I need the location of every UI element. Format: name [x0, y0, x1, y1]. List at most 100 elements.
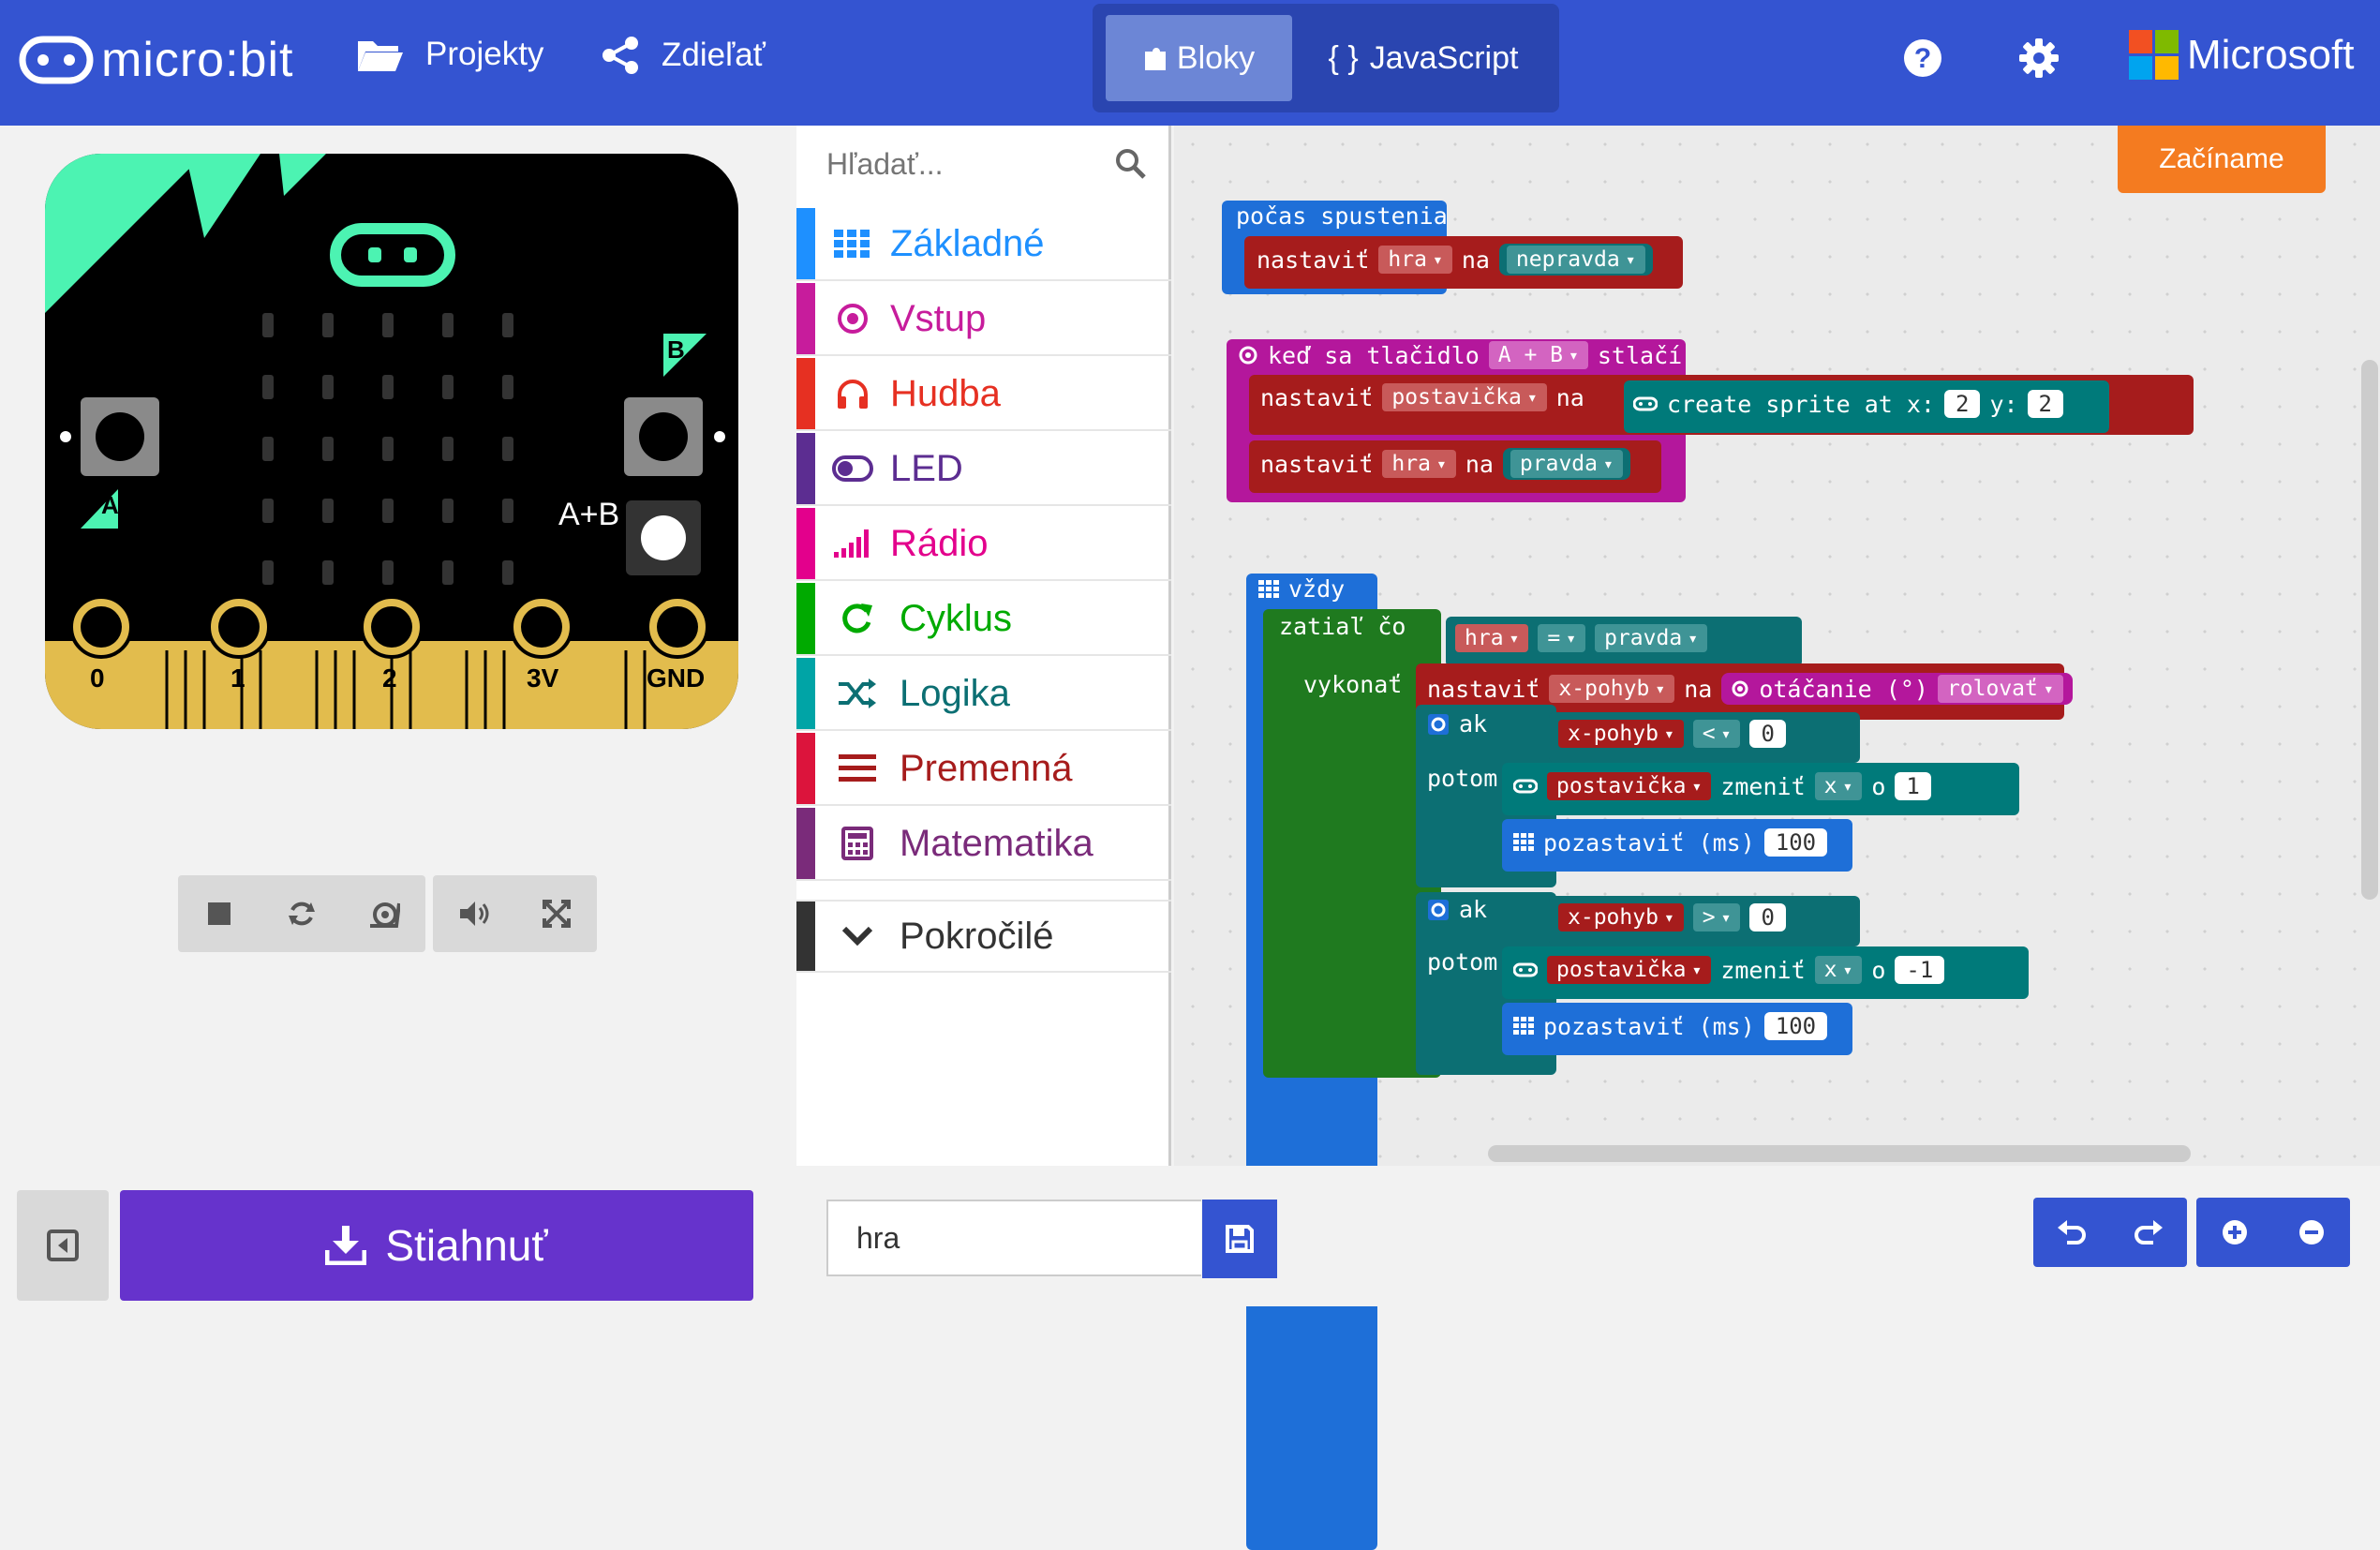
zoom-in-button[interactable]: [2196, 1198, 2273, 1267]
x-value[interactable]: 2: [1943, 390, 1981, 418]
boolean-dropdown[interactable]: nepravda: [1506, 246, 1645, 274]
button-ab[interactable]: [626, 500, 701, 575]
zoom-group: [2196, 1198, 2350, 1267]
download-button[interactable]: Stiahnuť: [120, 1190, 753, 1301]
category-logic[interactable]: Logika: [796, 658, 1171, 731]
tab-javascript[interactable]: { } JavaScript: [1298, 15, 1549, 101]
rotation-dropdown[interactable]: rolovať: [1937, 675, 2063, 703]
sprite-dropdown[interactable]: postavička: [1547, 956, 1712, 984]
microbit-logo-icon: [19, 36, 94, 84]
zoom-out-button[interactable]: [2273, 1198, 2350, 1267]
variable-dropdown[interactable]: x-pohyb: [1558, 720, 1684, 748]
help-button[interactable]: ?: [1902, 37, 1943, 79]
category-basic[interactable]: Základné: [796, 208, 1171, 281]
category-loops-bar: [796, 583, 815, 654]
pause-value[interactable]: 100: [1763, 828, 1828, 857]
category-radio[interactable]: Rádio: [796, 508, 1171, 581]
variable-dropdown[interactable]: postavička: [1382, 383, 1547, 411]
settings-button[interactable]: [2018, 37, 2060, 79]
stop-icon: [208, 902, 231, 925]
grid-icon: [815, 230, 890, 258]
variable-dropdown[interactable]: hra: [1382, 450, 1456, 478]
if-label: ak: [1459, 896, 1488, 923]
pause-value[interactable]: 100: [1763, 1012, 1828, 1040]
microbit-logo[interactable]: micro:bit: [19, 32, 293, 88]
category-math[interactable]: Matematika: [796, 808, 1171, 881]
compare-value[interactable]: 0: [1749, 720, 1786, 748]
category-variables[interactable]: Premenná: [796, 733, 1171, 806]
share-button[interactable]: Zdieľať: [600, 36, 766, 75]
axis-dropdown[interactable]: x: [1814, 772, 1863, 800]
compare-value[interactable]: 0: [1749, 903, 1786, 931]
microbit-board[interactable]: [45, 154, 738, 729]
stop-button[interactable]: [178, 875, 260, 952]
restart-button[interactable]: [260, 875, 343, 952]
puzzle-icon: [1144, 48, 1166, 70]
tab-blocks[interactable]: Bloky: [1106, 15, 1292, 101]
undo-button[interactable]: [2033, 1198, 2110, 1267]
mute-button[interactable]: [433, 875, 515, 952]
fullscreen-button[interactable]: [515, 875, 597, 952]
category-led[interactable]: LED: [796, 433, 1171, 506]
toolbox-search: [796, 126, 1171, 201]
pause-label: pozastaviť (ms): [1543, 1012, 1755, 1040]
boolean-dropdown[interactable]: pravda: [1595, 624, 1708, 652]
change-value[interactable]: -1: [1895, 956, 1945, 984]
variable-dropdown[interactable]: hra: [1378, 246, 1452, 274]
category-music[interactable]: Hudba: [796, 358, 1171, 431]
to-keyword: na: [1465, 450, 1494, 478]
y-value[interactable]: 2: [2027, 390, 2063, 418]
variable-dropdown[interactable]: x-pohyb: [1558, 903, 1684, 931]
slowmo-button[interactable]: [343, 875, 425, 952]
variable-dropdown[interactable]: x-pohyb: [1549, 675, 1675, 703]
refresh-icon: [289, 902, 315, 926]
category-variables-bar: [796, 733, 815, 804]
project-name-input[interactable]: [826, 1200, 1201, 1276]
horizontal-scrollbar[interactable]: [1488, 1145, 2191, 1162]
variable-dropdown[interactable]: hra: [1455, 624, 1529, 652]
gear-icon: [2019, 38, 2059, 78]
while-header: zatiaľ čo: [1279, 613, 1406, 640]
projects-button[interactable]: Projekty: [356, 36, 543, 73]
zoom-in-icon: [2223, 1220, 2247, 1244]
operator-dropdown[interactable]: >: [1692, 903, 1741, 931]
pin-1-label: 1: [231, 663, 245, 693]
save-icon: [1226, 1225, 1254, 1253]
search-input[interactable]: [825, 142, 1109, 186]
pin-2-label: 2: [382, 663, 397, 693]
boolean-dropdown[interactable]: pravda: [1510, 450, 1623, 478]
axis-dropdown[interactable]: x: [1814, 956, 1863, 984]
button-b[interactable]: [624, 397, 703, 476]
by-label: o: [1871, 772, 1886, 800]
vertical-scrollbar[interactable]: [2361, 360, 2378, 900]
true-value-block[interactable]: pravda: [1502, 448, 1630, 480]
operator-dropdown[interactable]: =: [1538, 624, 1586, 652]
category-loops-label: Cyklus: [900, 597, 1013, 639]
search-icon[interactable]: [1115, 148, 1147, 180]
category-input[interactable]: Vstup: [796, 283, 1171, 356]
sprite-dropdown[interactable]: postavička: [1547, 772, 1712, 800]
to-keyword: na: [1684, 675, 1713, 703]
change-x-row-1: postavička zmeniť x o 1: [1513, 772, 1931, 800]
category-loops[interactable]: Cyklus: [796, 583, 1171, 656]
collapse-simulator-button[interactable]: [17, 1190, 109, 1301]
then-2-row: potom: [1427, 948, 1497, 976]
blocks-workspace[interactable]: počas spustenia nastaviť hra na nepravda…: [1174, 126, 2380, 1550]
change-value[interactable]: 1: [1895, 772, 1931, 800]
change-label: zmeniť: [1720, 956, 1806, 984]
button-a[interactable]: [81, 397, 159, 476]
save-button[interactable]: [1202, 1200, 1277, 1278]
target-icon: [1732, 680, 1748, 697]
y-label: y:: [1989, 390, 2018, 418]
operator-dropdown[interactable]: <: [1692, 720, 1741, 748]
pin-gnd-label: GND: [647, 663, 706, 693]
on-start-header: počas spustenia: [1236, 202, 1448, 230]
microsoft-brand[interactable]: Microsoft: [2129, 30, 2354, 81]
button-dropdown[interactable]: A + B: [1488, 341, 1588, 369]
false-value-block[interactable]: nepravda: [1498, 244, 1653, 276]
redo-button[interactable]: [2110, 1198, 2187, 1267]
rotation-block[interactable]: otáčanie (°) rolovať: [1721, 673, 2073, 705]
category-advanced[interactable]: Pokročilé: [796, 900, 1171, 973]
target-icon: [815, 302, 890, 335]
getting-started-button[interactable]: Začíname: [2118, 126, 2326, 193]
